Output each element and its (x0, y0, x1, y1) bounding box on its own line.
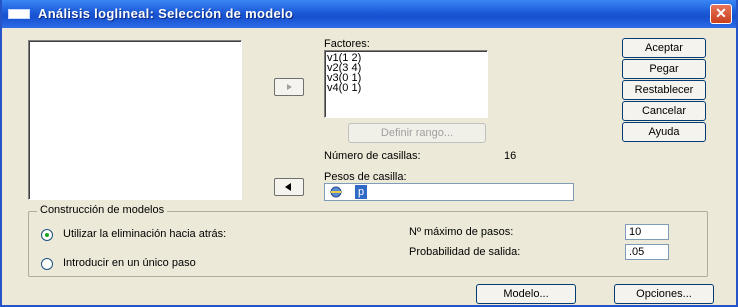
window-icon (8, 9, 30, 19)
model-building-title: Construcción de modelos (37, 204, 168, 216)
model-button[interactable]: Modelo... (476, 284, 576, 304)
cell-weights-value: p (355, 185, 368, 199)
source-variable-list[interactable] (28, 40, 242, 200)
move-to-weights-button[interactable] (274, 178, 304, 196)
options-button[interactable]: Opciones... (614, 284, 714, 304)
ok-button[interactable]: Aceptar (622, 38, 706, 58)
help-button[interactable]: Ayuda (622, 122, 706, 142)
define-range-button[interactable]: Definir rango... (348, 123, 486, 143)
backward-elimination-radio[interactable] (41, 229, 53, 241)
model-building-group: Construcción de modelos Utilizar la elim… (28, 204, 708, 277)
single-step-label[interactable]: Introducir en un único paso (63, 257, 196, 269)
move-to-factors-button[interactable] (274, 78, 304, 96)
title-bar[interactable]: Análisis loglineal: Selección de modelo … (2, 0, 736, 28)
reset-button[interactable]: Restablecer (622, 80, 706, 100)
paste-button[interactable]: Pegar (622, 59, 706, 79)
window-title: Análisis loglineal: Selección de modelo (38, 6, 294, 21)
max-steps-label: Nº máximo de pasos: (409, 226, 514, 238)
scale-variable-icon (330, 186, 342, 198)
close-button[interactable]: ✕ (710, 4, 732, 24)
factors-label: Factores: (324, 38, 370, 50)
max-steps-field[interactable]: 10 (625, 224, 669, 240)
cells-count-value: 16 (504, 150, 517, 162)
single-step-radio[interactable] (41, 258, 53, 270)
backward-elimination-label[interactable]: Utilizar la eliminación hacia atrás: (63, 228, 226, 240)
cells-count-label: Número de casillas: (324, 150, 421, 162)
factor-item[interactable]: v4(0 1) (325, 83, 487, 94)
arrow-right-icon (287, 84, 292, 90)
factors-list[interactable]: v1(1 2) v2(3 4) v3(0 1) v4(0 1) (324, 50, 488, 118)
cell-weights-label: Pesos de casilla: (324, 171, 407, 183)
cell-weights-field[interactable]: p (324, 183, 574, 201)
dialog-window: Análisis loglineal: Selección de modelo … (0, 0, 738, 307)
cancel-button[interactable]: Cancelar (622, 101, 706, 121)
arrow-left-icon (285, 183, 291, 191)
exit-probability-label: Probabilidad de salida: (409, 246, 521, 258)
exit-probability-field[interactable]: .05 (625, 244, 669, 260)
